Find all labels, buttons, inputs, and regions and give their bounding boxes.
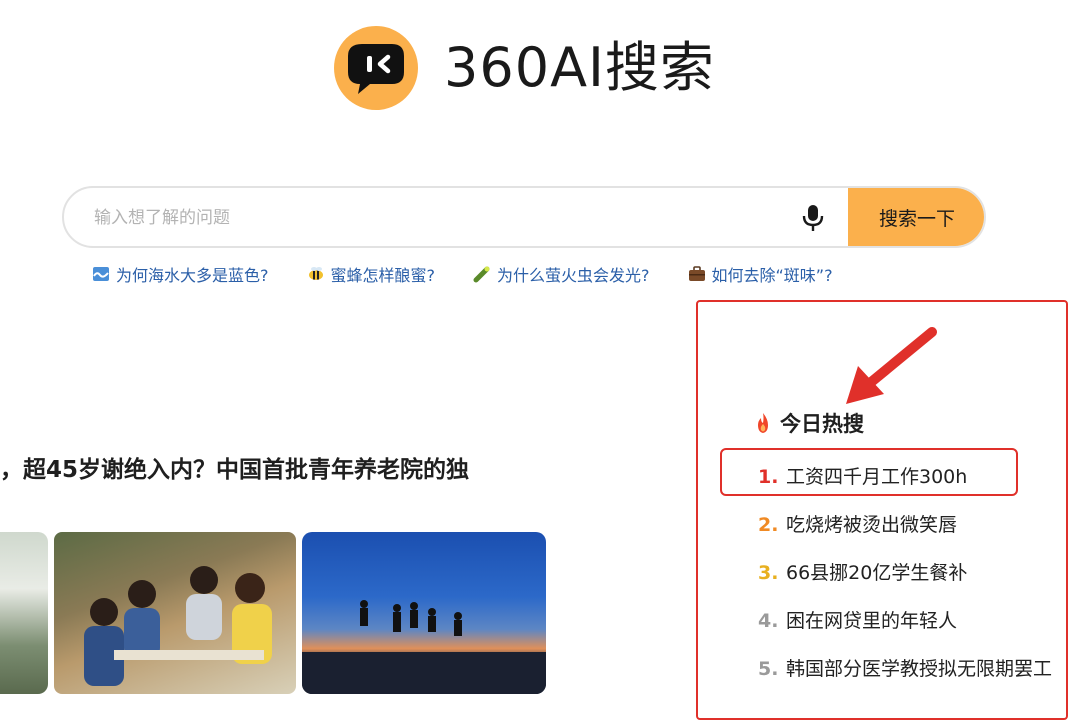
rank-number: 3. (758, 562, 779, 584)
suggestion-list: 为何海水大多是蓝色? 蜜蜂怎样酿蜜? 为什么萤火虫会发光? 如何去除“斑味”? (92, 262, 871, 286)
suggestion-label: 为何海水大多是蓝色? (116, 266, 269, 285)
logo-icon (334, 26, 418, 110)
hot-search-label: 今日热搜 (780, 412, 864, 436)
rank-number: 5. (758, 658, 779, 680)
briefcase-icon (688, 266, 705, 281)
fire-icon (758, 413, 768, 433)
hot-item[interactable]: 2. 吃烧烤被烫出微笑唇 (758, 510, 957, 537)
wave-icon (93, 267, 109, 281)
hot-item-text: 吃烧烤被烫出微笑唇 (786, 514, 958, 536)
news-headline[interactable]: ，超45岁谢绝入内？中国首批青年养老院的独 (0, 450, 469, 484)
hot-item-text: 困在网贷里的年轻人 (786, 610, 958, 632)
suggestion-label: 如何去除“斑味”? (711, 266, 833, 285)
suggestion-label: 蜜蜂怎样酿蜜? (330, 266, 436, 285)
news-image[interactable] (54, 532, 296, 694)
hot-search-title: 今日热搜 (754, 408, 864, 438)
news-image[interactable] (0, 532, 48, 694)
hot-item-text: 66县挪20亿学生餐补 (786, 562, 968, 584)
search-input[interactable] (92, 188, 776, 246)
search-button[interactable]: 搜索一下 (848, 188, 984, 246)
rank-number: 1. (758, 466, 779, 488)
suggestion-item[interactable]: 如何去除“斑味”? (688, 262, 833, 286)
news-image[interactable] (302, 532, 546, 694)
brand-name: 360AI搜索 (444, 36, 715, 99)
hot-item[interactable]: 3. 66县挪20亿学生餐补 (758, 558, 967, 585)
bee-icon (308, 267, 323, 280)
suggestion-item[interactable]: 为什么萤火虫会发光? (473, 262, 650, 286)
suggestion-item[interactable]: 为何海水大多是蓝色? (92, 262, 269, 286)
silhouette-illustration (302, 600, 546, 694)
hot-item[interactable]: 4. 困在网贷里的年轻人 (758, 606, 957, 633)
people-illustration (84, 566, 272, 686)
hot-item[interactable]: 1. 工资四千月工作300h (758, 462, 967, 489)
hot-item-text: 工资四千月工作300h (786, 466, 968, 488)
search-bar: 搜索一下 (62, 186, 986, 248)
rank-number: 4. (758, 610, 779, 632)
arrow-icon (846, 327, 937, 404)
hot-item-text: 韩国部分医学教授拟无限期罢工 (786, 658, 1053, 680)
suggestion-item[interactable]: 蜜蜂怎样酿蜜? (307, 262, 436, 286)
rank-number: 2. (758, 514, 779, 536)
microphone-icon[interactable] (802, 204, 824, 232)
suggestion-label: 为什么萤火虫会发光? (497, 266, 650, 285)
firefly-icon (473, 266, 490, 283)
hot-item[interactable]: 5. 韩国部分医学教授拟无限期罢工 (758, 654, 1052, 681)
logo[interactable]: 360AI搜索 (334, 26, 715, 110)
